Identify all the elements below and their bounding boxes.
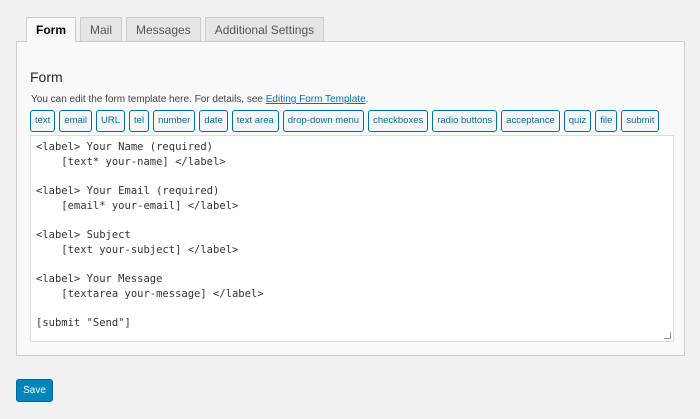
form-panel: Form You can edit the form template here… <box>16 41 685 356</box>
tag-generator-buttons: text email URL tel number date text area… <box>30 110 660 132</box>
tag-button-url[interactable]: URL <box>96 110 126 132</box>
tab-additional-settings[interactable]: Additional Settings <box>204 17 325 41</box>
tag-button-checkboxes[interactable]: checkboxes <box>368 110 429 132</box>
tag-button-quiz[interactable]: quiz <box>563 110 592 132</box>
tab-form[interactable]: Form <box>26 17 76 42</box>
tab-mail[interactable]: Mail <box>80 17 123 41</box>
editing-form-template-link[interactable]: Editing Form Template <box>266 94 366 105</box>
resize-handle[interactable] <box>664 332 671 339</box>
save-button[interactable]: Save <box>16 379 53 402</box>
tag-button-date[interactable]: date <box>199 110 228 132</box>
tag-button-text[interactable]: text <box>30 110 56 132</box>
tag-button-radio-buttons[interactable]: radio buttons <box>432 110 498 132</box>
tag-button-number[interactable]: number <box>153 110 196 132</box>
description-text: You can edit the form template here. For… <box>31 94 266 105</box>
panel-description: You can edit the form template here. For… <box>31 94 368 105</box>
tag-button-tel[interactable]: tel <box>129 110 150 132</box>
description-suffix: . <box>365 94 369 105</box>
tag-button-email[interactable]: email <box>59 110 93 132</box>
panel-title: Form <box>30 69 63 85</box>
tag-button-drop-down-menu[interactable]: drop-down menu <box>282 110 365 132</box>
tag-button-acceptance[interactable]: acceptance <box>501 110 560 132</box>
tag-button-text-area[interactable]: text area <box>231 110 279 132</box>
tab-bar: Form Mail Messages Additional Settings <box>26 17 325 42</box>
form-template-content: <label> Your Name (required) [text* your… <box>36 141 264 330</box>
form-template-editor[interactable]: <label> Your Name (required) [text* your… <box>30 135 674 342</box>
tag-button-file[interactable]: file <box>595 110 618 132</box>
tab-messages[interactable]: Messages <box>126 17 201 41</box>
tag-button-submit[interactable]: submit <box>621 110 660 132</box>
